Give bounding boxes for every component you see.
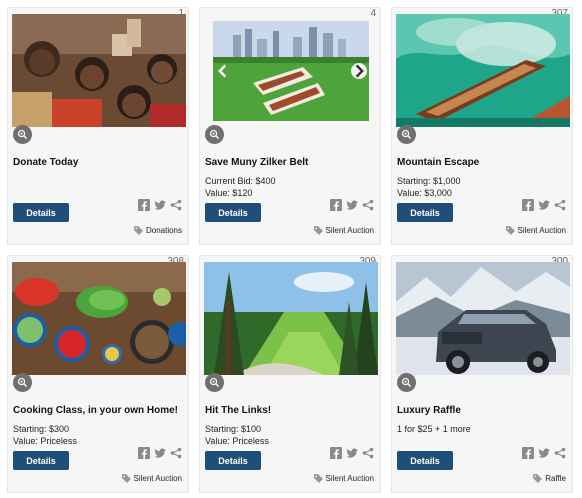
- share-icon[interactable]: [362, 199, 374, 211]
- starting-bid: Starting: $1,000: [397, 176, 461, 186]
- twitter-icon[interactable]: [346, 199, 358, 211]
- facebook-icon[interactable]: [138, 199, 150, 211]
- category-label: Donations: [145, 226, 182, 235]
- share-icons: [138, 199, 182, 211]
- facebook-icon[interactable]: [330, 447, 342, 459]
- share-icons: [522, 199, 566, 211]
- current-bid: Current Bid: $400: [205, 176, 276, 186]
- tag-icon: [505, 226, 515, 235]
- share-icon[interactable]: [170, 447, 182, 459]
- item-image[interactable]: [213, 21, 369, 121]
- share-icon[interactable]: [362, 447, 374, 459]
- zoom-icon[interactable]: [205, 125, 224, 144]
- tag-icon: [313, 226, 323, 235]
- details-button[interactable]: Details: [397, 203, 453, 222]
- item-image[interactable]: [12, 14, 186, 127]
- category-tag: Raffle: [533, 474, 566, 483]
- item-image[interactable]: [204, 262, 378, 375]
- auction-grid: 1 Donate Today Details Donations 4 Save …: [0, 0, 582, 498]
- item-title: Hit The Links!: [205, 405, 272, 416]
- details-button[interactable]: Details: [205, 451, 261, 470]
- starting-bid: Starting: $300: [13, 424, 70, 434]
- category-tag: Silent Auction: [505, 226, 566, 235]
- facebook-icon[interactable]: [330, 199, 342, 211]
- prev-arrow-icon[interactable]: [215, 63, 231, 79]
- item-card[interactable]: 1 Donate Today Details Donations: [7, 7, 189, 245]
- item-title: Luxury Raffle: [397, 405, 461, 416]
- facebook-icon[interactable]: [138, 447, 150, 459]
- category-label: Silent Auction: [133, 474, 182, 483]
- tag-icon: [313, 474, 323, 483]
- twitter-icon[interactable]: [538, 447, 550, 459]
- zoom-icon[interactable]: [205, 373, 224, 392]
- item-value: Value: $120: [205, 188, 253, 198]
- share-icons: [138, 447, 182, 459]
- details-button[interactable]: Details: [397, 451, 453, 470]
- item-value: Value: $3,000: [397, 188, 452, 198]
- share-icons: [330, 447, 374, 459]
- share-icon[interactable]: [170, 199, 182, 211]
- facebook-icon[interactable]: [522, 199, 534, 211]
- item-image[interactable]: [12, 262, 186, 375]
- share-icon[interactable]: [554, 447, 566, 459]
- tag-icon: [533, 474, 543, 483]
- share-icons: [522, 447, 566, 459]
- raffle-price: 1 for $25 + 1 more: [397, 424, 471, 434]
- item-title: Mountain Escape: [397, 157, 480, 168]
- item-card[interactable]: 307 Mountain Escape Starting: $1,000 Val…: [391, 7, 573, 245]
- category-label: Silent Auction: [517, 226, 566, 235]
- category-label: Silent Auction: [325, 226, 374, 235]
- twitter-icon[interactable]: [538, 199, 550, 211]
- category-tag: Silent Auction: [313, 474, 374, 483]
- zoom-icon[interactable]: [397, 125, 416, 144]
- facebook-icon[interactable]: [522, 447, 534, 459]
- item-title: Donate Today: [13, 157, 79, 168]
- starting-bid: Starting: $100: [205, 424, 262, 434]
- tag-icon: [133, 226, 143, 235]
- item-title: Cooking Class, in your own Home!: [13, 405, 179, 416]
- category-tag: Silent Auction: [121, 474, 182, 483]
- item-image[interactable]: [396, 262, 570, 375]
- zoom-icon[interactable]: [13, 125, 32, 144]
- share-icons: [330, 199, 374, 211]
- item-card[interactable]: 4 Save Muny Zilker Belt Current Bid: $40…: [199, 7, 381, 245]
- details-button[interactable]: Details: [13, 203, 69, 222]
- zoom-icon[interactable]: [397, 373, 416, 392]
- share-icon[interactable]: [554, 199, 566, 211]
- category-tag: Silent Auction: [313, 226, 374, 235]
- twitter-icon[interactable]: [346, 447, 358, 459]
- category-tag: Donations: [133, 226, 182, 235]
- item-value: Value: Priceless: [13, 436, 77, 446]
- item-card[interactable]: 309 Hit The Links! Starting: $100 Value:…: [199, 255, 381, 493]
- details-button[interactable]: Details: [13, 451, 69, 470]
- category-label: Raffle: [545, 474, 566, 483]
- category-label: Silent Auction: [325, 474, 374, 483]
- details-button[interactable]: Details: [205, 203, 261, 222]
- next-arrow-icon[interactable]: [351, 63, 367, 79]
- twitter-icon[interactable]: [154, 447, 166, 459]
- item-number: 4: [370, 8, 376, 19]
- item-title: Save Muny Zilker Belt: [205, 157, 309, 168]
- twitter-icon[interactable]: [154, 199, 166, 211]
- item-card[interactable]: 300 Luxury Raffle 1 for $25 + 1 more Det…: [391, 255, 573, 493]
- tag-icon: [121, 474, 131, 483]
- item-image[interactable]: [396, 14, 570, 127]
- zoom-icon[interactable]: [13, 373, 32, 392]
- item-card[interactable]: 308 Cooking Class, in your own Home! Sta…: [7, 255, 189, 493]
- item-value: Value: Priceless: [205, 436, 269, 446]
